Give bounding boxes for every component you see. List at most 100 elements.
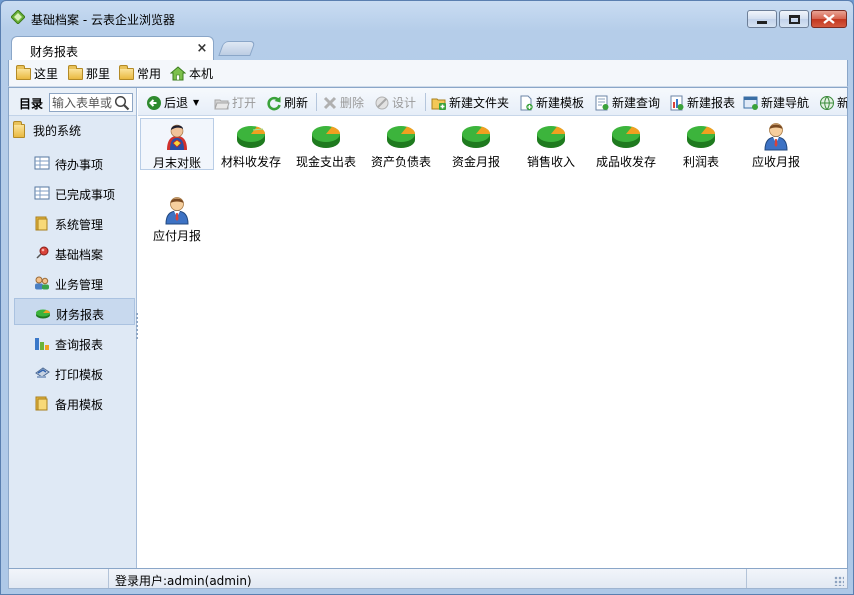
main-pane: 后退 ▼ 打开 刷新 删除 设计 新建文件夹 新建模板 新建查询 新建报表 新建… [138, 88, 847, 568]
delete-button[interactable]: 删除 [322, 94, 364, 111]
search-input[interactable] [50, 94, 112, 111]
refresh-icon [267, 96, 281, 110]
tree-root-label: 我的系统 [33, 124, 82, 138]
maximize-icon [788, 14, 800, 24]
pie-chart-icon [612, 126, 641, 148]
delete-x-icon [323, 96, 337, 109]
open-button[interactable]: 打开 [214, 94, 256, 111]
design-icon [375, 96, 389, 109]
bookmark-label: 那里 [86, 67, 111, 81]
bookmark-label: 常用 [137, 67, 162, 81]
new-folder-icon [431, 98, 446, 110]
design-label: 设计 [392, 96, 417, 110]
pushpin-icon [36, 246, 49, 259]
close-icon [823, 14, 835, 24]
file-item-funds-monthly[interactable]: 资金月报 [439, 118, 513, 170]
file-item-sales-income[interactable]: 销售收入 [514, 118, 588, 170]
folder-icon [119, 64, 134, 80]
new-query-button[interactable]: 新建查询 [594, 94, 660, 111]
file-item-finished-goods-inventory[interactable]: 成品收发存 [589, 118, 663, 170]
delete-label: 删除 [340, 96, 365, 110]
sidebar-item-print-templates[interactable]: 打印模板 [14, 359, 135, 386]
bookmark-changyong[interactable]: 常用 [119, 64, 162, 82]
folder-icon [68, 64, 83, 80]
file-label: 应收月报 [751, 155, 800, 169]
sidebar-item-financial-reports[interactable]: 财务报表 [14, 298, 135, 325]
dropdown-arrow-icon[interactable]: ▼ [193, 98, 199, 107]
file-item-profit-statement[interactable]: 利润表 [664, 118, 738, 170]
sidebar-header: 目录 [9, 88, 136, 116]
minimize-button[interactable] [747, 10, 777, 28]
table-icon [34, 156, 50, 170]
status-bar: 登录用户:admin(admin) [8, 569, 848, 589]
printer-icon [35, 367, 50, 378]
open-label: 打开 [232, 96, 257, 110]
title-bar: 基础档案 - 云表企业浏览器 [1, 1, 853, 33]
sidebar-item-label: 查询报表 [55, 338, 104, 352]
refresh-button[interactable]: 刷新 [266, 94, 308, 111]
pie-chart-icon [312, 126, 341, 148]
app-logo-icon [11, 10, 25, 24]
file-item-month-end-reconciliation[interactable]: 月末对账 [140, 118, 214, 170]
folder-icon [16, 64, 31, 80]
open-folder-icon [214, 99, 230, 109]
sidebar-heading: 目录 [19, 97, 44, 111]
person-icon [764, 123, 788, 151]
bar-chart-icon [35, 338, 49, 350]
close-window-button[interactable] [811, 10, 847, 28]
file-label: 销售收入 [526, 155, 575, 169]
file-label: 资金月报 [451, 155, 500, 169]
design-button[interactable]: 设计 [374, 94, 416, 111]
new-query-label: 新建查询 [612, 96, 661, 110]
sidebar: 目录 我的系统 待办事项 已完成事项 [9, 88, 137, 568]
person-icon [165, 197, 189, 225]
file-item-cash-expenditure[interactable]: 现金支出表 [289, 118, 363, 170]
new-template-button[interactable]: 新建模板 [518, 94, 584, 111]
sidebar-item-backup-templates[interactable]: 备用模板 [14, 389, 135, 416]
sidebar-item-basic-archive[interactable]: 基础档案 [14, 239, 135, 266]
sidebar-item-label: 系统管理 [55, 218, 104, 232]
file-item-materials-inventory[interactable]: 材料收发存 [214, 118, 288, 170]
pie-chart-icon [537, 126, 566, 148]
new-web-icon [820, 95, 834, 110]
resize-grip-icon[interactable] [834, 576, 844, 586]
bookmark-benji[interactable]: 本机 [170, 65, 213, 82]
file-item-receivables-monthly[interactable]: 应收月报 [739, 118, 813, 170]
file-item-payables-monthly[interactable]: 应付月报 [140, 192, 214, 244]
back-arrow-icon [147, 95, 161, 110]
bookmark-zheli[interactable]: 这里 [16, 64, 58, 82]
new-navigation-button[interactable]: 新建导航 [743, 94, 809, 111]
home-icon [170, 66, 186, 81]
sidebar-item-query-reports[interactable]: 查询报表 [14, 329, 135, 356]
new-report-button[interactable]: 新建报表 [669, 94, 735, 111]
new-tab-button[interactable] [218, 41, 256, 56]
file-item-balance-sheet[interactable]: 资产负债表 [364, 118, 438, 170]
tab-financial-reports[interactable]: 财务报表 × [11, 36, 214, 62]
back-button[interactable]: 后退 ▼ [146, 94, 199, 111]
tab-close-icon[interactable]: × [195, 41, 209, 56]
sidebar-item-system-admin[interactable]: 系统管理 [14, 209, 135, 236]
new-folder-button[interactable]: 新建文件夹 [431, 94, 509, 111]
new-more-button[interactable]: 新 [819, 94, 847, 111]
file-label: 材料收发存 [220, 155, 281, 169]
sidebar-item-label: 业务管理 [55, 278, 104, 292]
search-icon[interactable] [114, 95, 130, 111]
tree-root-my-system[interactable]: 我的系统 [13, 120, 82, 139]
new-more-label: 新 [837, 94, 847, 111]
sidebar-item-todo[interactable]: 待办事项 [14, 149, 135, 176]
maximize-button[interactable] [779, 10, 809, 28]
sidebar-item-completed[interactable]: 已完成事项 [14, 179, 135, 206]
users-icon [35, 276, 49, 290]
pie-chart-icon [387, 126, 416, 148]
bookmark-nali[interactable]: 那里 [68, 64, 111, 82]
new-template-label: 新建模板 [536, 96, 585, 110]
tab-label: 财务报表 [30, 45, 79, 59]
back-label: 后退 [164, 96, 189, 110]
toolbar: 后退 ▼ 打开 刷新 删除 设计 新建文件夹 新建模板 新建查询 新建报表 新建… [138, 88, 847, 116]
sidebar-item-business[interactable]: 业务管理 [14, 269, 135, 296]
new-folder-label: 新建文件夹 [449, 96, 510, 110]
sidebar-item-label: 备用模板 [55, 398, 104, 412]
table-icon [34, 186, 50, 200]
toolbar-separator [425, 93, 426, 111]
status-cell-empty [9, 569, 109, 588]
